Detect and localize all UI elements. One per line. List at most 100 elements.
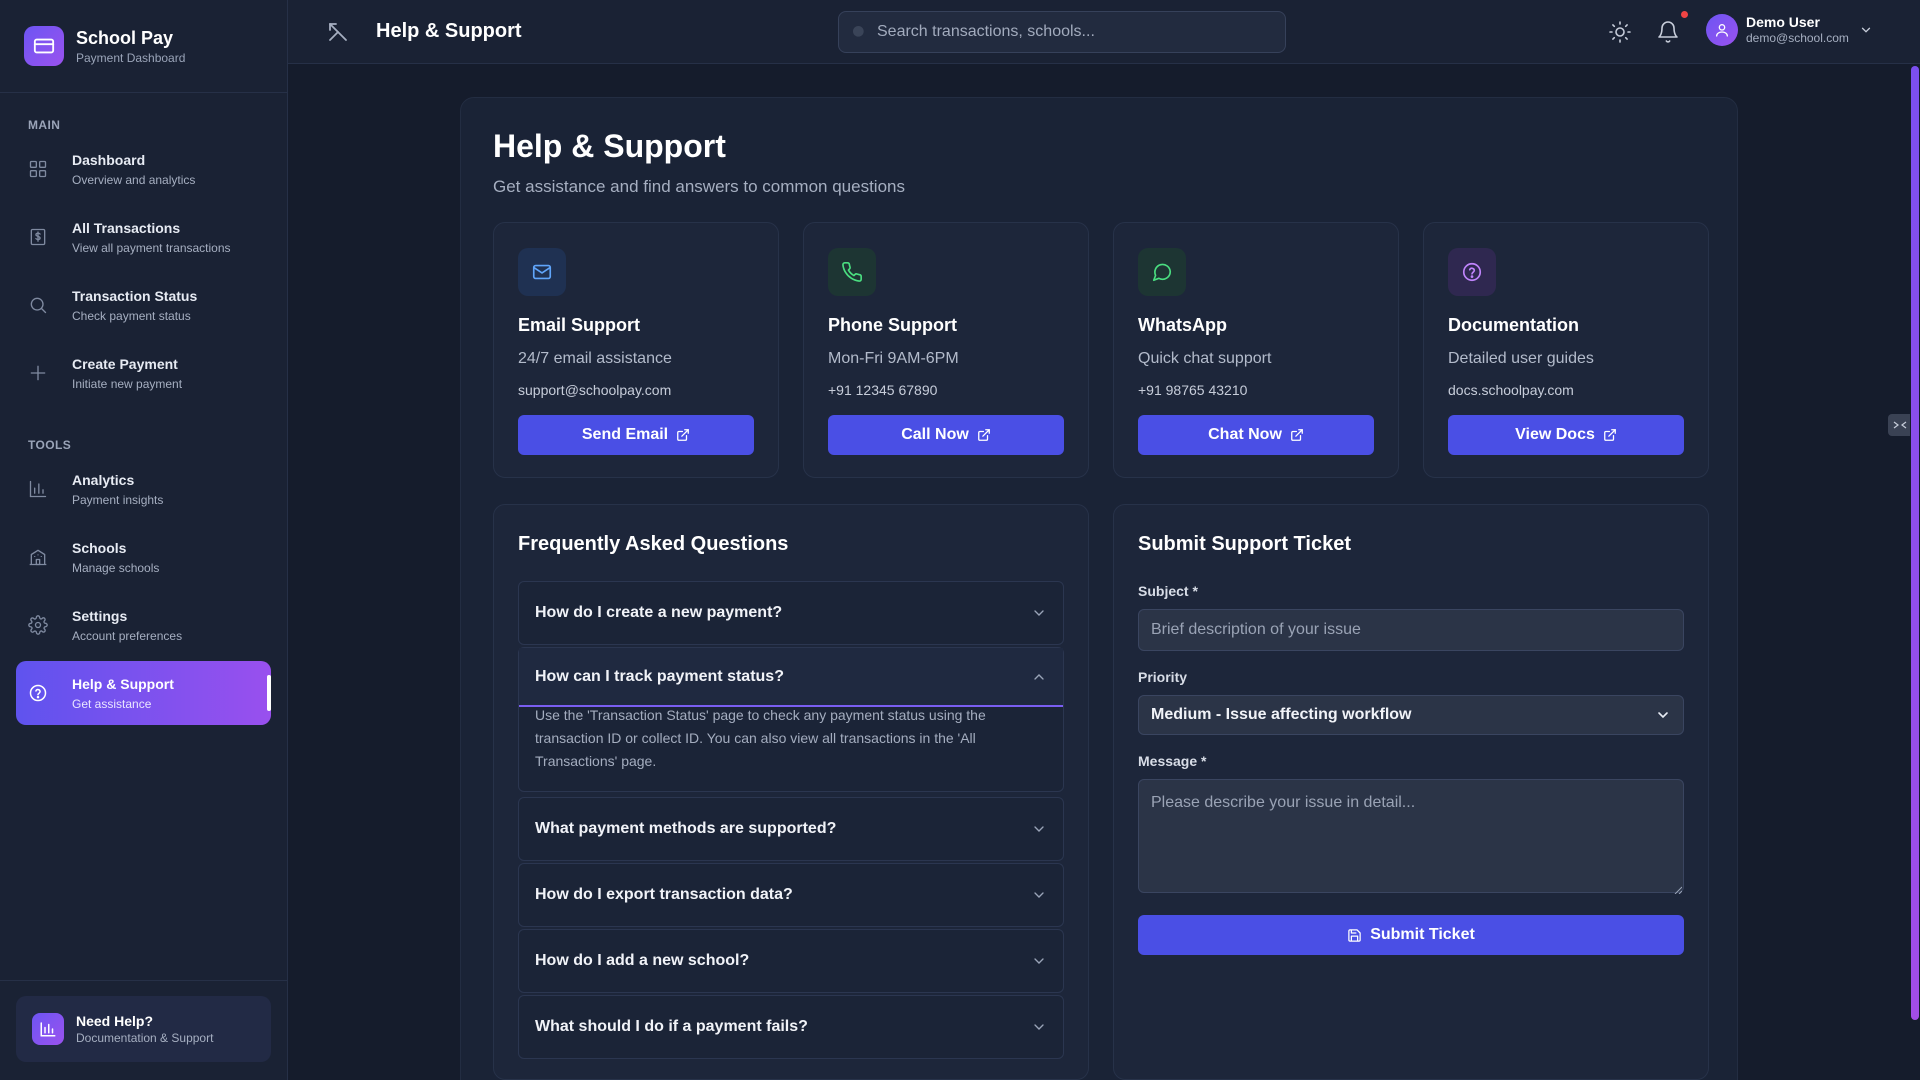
sidebar: School Pay Payment Dashboard MAIN Dashbo… — [0, 0, 288, 1080]
faq-item[interactable]: What payment methods are supported? — [518, 797, 1064, 861]
sidebar-item-sublabel: Check payment status — [72, 308, 191, 323]
faq-question: What should I do if a payment fails? — [535, 1018, 808, 1035]
sun-icon[interactable] — [1608, 20, 1632, 44]
sidebar-item-label: Create Payment — [72, 355, 178, 372]
faq-item[interactable]: How do I add a new school? — [518, 929, 1064, 993]
faq-answer: Use the 'Transaction Status' page to che… — [535, 707, 986, 769]
sidebar-item-sublabel: Payment insights — [72, 492, 164, 507]
external-link-icon — [1290, 428, 1304, 442]
sidebar-item-all-transactions[interactable]: All Transactions View all payment transa… — [16, 205, 271, 269]
sidebar-item-label: Analytics — [72, 471, 135, 488]
faq-item[interactable]: How do I export transaction data? — [518, 863, 1064, 927]
message-textarea[interactable] — [1138, 779, 1684, 893]
card-contact: docs.schoolpay.com — [1448, 382, 1574, 398]
ticket-title: Submit Support Ticket — [1138, 533, 1351, 555]
sidebar-item-schools[interactable]: Schools Manage schools — [16, 525, 271, 589]
card-title: Email Support — [518, 315, 641, 335]
sidebar-item-settings[interactable]: Settings Account preferences — [16, 593, 271, 657]
chat-icon — [1138, 248, 1186, 296]
sidebar-item-create-payment[interactable]: Create Payment Initiate new payment — [16, 341, 271, 405]
card-contact: +91 12345 67890 — [828, 382, 938, 398]
faq-item-expanded[interactable]: How can I track payment status? Use the … — [518, 647, 1064, 792]
resize-handle-icon[interactable] — [1674, 886, 1682, 894]
sidebar-item-label: Settings — [72, 607, 128, 624]
sidebar-item-dashboard[interactable]: Dashboard Overview and analytics — [16, 137, 271, 201]
faq-item[interactable]: How do I create a new payment? — [518, 581, 1064, 645]
chat-now-button[interactable]: Chat Now — [1138, 415, 1374, 455]
sidebar-item-label: All Transactions — [72, 219, 181, 236]
card-description: 24/7 email assistance — [518, 350, 672, 367]
chevron-down-icon — [1655, 707, 1671, 723]
chevron-up-icon — [1031, 669, 1047, 685]
help-circle-icon — [28, 683, 48, 703]
external-link-icon — [1603, 428, 1617, 442]
collapse-handle-icon[interactable] — [1888, 414, 1912, 436]
bell-icon[interactable] — [1656, 20, 1680, 44]
gear-icon — [28, 615, 48, 635]
faq-question: How can I track payment status? — [535, 667, 784, 685]
sidebar-item-sublabel: Initiate new payment — [72, 376, 183, 391]
user-menu[interactable]: Demo User demo@school.com — [1706, 14, 1873, 46]
sidebar-item-sublabel: Overview and analytics — [72, 172, 196, 187]
topbar: Help & Support Demo User demo@school.com — [288, 0, 1920, 64]
external-link-icon — [676, 428, 690, 442]
sidebar-item-sublabel: View all payment transactions — [72, 240, 231, 255]
faq-panel: Frequently Asked Questions How do I crea… — [493, 504, 1089, 1080]
sidebar-item-transaction-status[interactable]: Transaction Status Check payment status — [16, 273, 271, 337]
chevron-down-icon — [1859, 23, 1873, 37]
view-docs-button[interactable]: View Docs — [1448, 415, 1684, 455]
page-title: Help & Support — [376, 20, 522, 42]
sidebar-item-sublabel: Manage schools — [72, 560, 160, 575]
card-description: Mon-Fri 9AM-6PM — [828, 350, 959, 367]
sidebar-item-sublabel: Account preferences — [72, 628, 183, 643]
chevron-down-icon — [1031, 887, 1047, 903]
scrollbar-thumb[interactable] — [1911, 66, 1919, 1020]
search-input[interactable] — [877, 23, 1277, 41]
card-title: Phone Support — [828, 315, 957, 335]
phone-icon — [828, 248, 876, 296]
send-email-button[interactable]: Send Email — [518, 415, 754, 455]
bar-chart-icon — [32, 1013, 64, 1045]
brand-name: School Pay — [76, 28, 174, 48]
brand[interactable]: School Pay Payment Dashboard — [24, 26, 185, 66]
faq-title: Frequently Asked Questions — [518, 533, 789, 555]
button-label: Submit Ticket — [1370, 926, 1475, 943]
grid-icon — [28, 159, 48, 179]
page-heading: Help & Support — [493, 128, 726, 164]
need-help-subtitle: Documentation & Support — [76, 1031, 214, 1045]
section-label-tools: TOOLS — [28, 438, 72, 452]
chevron-down-icon — [1031, 821, 1047, 837]
bar-chart-icon — [28, 479, 48, 499]
collapse-sidebar-icon[interactable] — [326, 20, 350, 44]
button-label: View Docs — [1515, 426, 1595, 443]
chevron-down-icon — [1031, 953, 1047, 969]
sidebar-item-sublabel: Get assistance — [72, 696, 152, 711]
priority-select[interactable]: Medium - Issue affecting workflow — [1138, 695, 1684, 735]
chevron-down-icon — [1031, 605, 1047, 621]
submit-ticket-button[interactable]: Submit Ticket — [1138, 915, 1684, 955]
avatar — [1706, 14, 1738, 46]
faq-item[interactable]: What should I do if a payment fails? — [518, 995, 1064, 1059]
subject-label: Subject * — [1138, 583, 1198, 599]
card-title: Documentation — [1448, 315, 1580, 335]
brand-subtitle: Payment Dashboard — [76, 51, 186, 65]
faq-question: How do I export transaction data? — [535, 886, 793, 903]
search-icon — [851, 24, 867, 40]
sidebar-item-label: Schools — [72, 539, 127, 556]
support-card-documentation: Documentation Detailed user guides docs.… — [1423, 222, 1709, 478]
button-label: Call Now — [901, 426, 969, 443]
divider — [0, 92, 288, 93]
subject-input[interactable] — [1138, 609, 1684, 651]
call-now-button[interactable]: Call Now — [828, 415, 1064, 455]
help-circle-icon — [1448, 248, 1496, 296]
search-bar[interactable] — [838, 11, 1286, 53]
card-description: Detailed user guides — [1448, 350, 1594, 367]
message-label: Message * — [1138, 753, 1207, 769]
notification-badge — [1680, 10, 1689, 19]
button-label: Chat Now — [1208, 426, 1282, 443]
credit-card-icon — [24, 26, 64, 66]
sidebar-item-analytics[interactable]: Analytics Payment insights — [16, 457, 271, 521]
need-help-card[interactable]: Need Help? Documentation & Support — [16, 996, 271, 1062]
sidebar-item-help-support[interactable]: Help & Support Get assistance — [16, 661, 271, 725]
save-icon — [1347, 928, 1362, 943]
